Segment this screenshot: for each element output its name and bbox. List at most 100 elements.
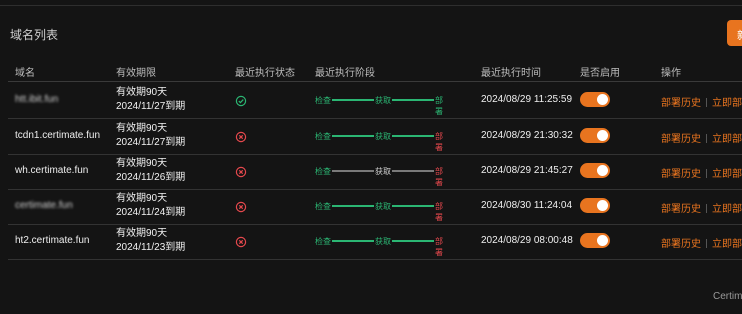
header-time: 最近执行时间 [481,68,541,79]
toggle-knob [597,200,608,211]
stage-bar [332,205,374,207]
new-domain-button-label: 新 [737,27,742,43]
stage-bar [392,205,434,207]
stage-deploy-label: 部署 [435,237,443,257]
stage-check-label: 检查 [315,96,331,105]
x-circle-icon [235,130,247,143]
action-divider [706,204,707,213]
stage-progress: 检查 获取 部署 [315,166,450,187]
stage-apply-label: 获取 [375,96,391,105]
page-title: 域名列表 [10,28,59,42]
new-domain-button[interactable]: 新 [727,20,742,46]
x-circle-icon [235,200,247,213]
deploy-history-link[interactable]: 部署历史 [661,169,701,180]
enable-toggle[interactable] [580,92,610,107]
header-enabled: 是否启用 [580,68,620,79]
validity-days: 有效期90天 [116,158,168,169]
header-actions: 操作 [661,68,681,79]
stage-deploy-label: 部署 [435,202,443,222]
header-domain: 域名 [15,68,35,79]
stage-check-label: 检查 [315,202,331,211]
validity: 有效期90天 2024/11/26到期 [116,157,185,185]
expiry-date: 2024/11/23到期 [116,242,186,253]
validity-days: 有效期90天 [116,87,168,98]
stage-bar [332,240,374,242]
action-divider [706,169,707,178]
stage-deploy-label: 部署 [435,167,443,187]
action-divider [706,134,707,143]
stage-apply-label: 获取 [375,237,391,246]
x-circle-icon [235,165,247,178]
stage-bar [332,170,374,172]
toggle-knob [597,165,608,176]
stage-deploy-label: 部署 [435,132,443,152]
deploy-now-link[interactable]: 立即部署 [712,134,742,145]
expiry-date: 2024/11/26到期 [116,172,186,183]
stage-bar [392,99,434,101]
action-divider [706,239,707,248]
header-stage: 最近执行阶段 [315,68,375,79]
validity: 有效期90天 2024/11/23到期 [116,227,185,255]
expiry-date: 2024/11/27到期 [116,137,186,148]
validity: 有效期90天 2024/11/27到期 [116,122,185,150]
stage-apply-label: 获取 [375,202,391,211]
domain-name: wh.certimate.fun [15,165,89,176]
deploy-now-link[interactable]: 立即部署 [712,204,742,215]
enable-toggle[interactable] [580,128,610,143]
header-status: 最近执行状态 [235,68,295,79]
expiry-date: 2024/11/27到期 [116,101,186,112]
deploy-now-link[interactable]: 立即部署 [712,98,742,109]
enable-toggle[interactable] [580,163,610,178]
check-circle-icon [235,94,247,107]
domain-name: tcdn1.certimate.fun [15,130,101,141]
deploy-history-link[interactable]: 部署历史 [661,134,701,145]
toggle-knob [597,94,608,105]
stage-bar [392,170,434,172]
table-header: 域名 有效期限 最近执行状态 最近执行阶段 最近执行时间 是否启用 操作 [8,62,742,80]
row-actions: 部署历史立即部署 [661,165,742,180]
deploy-history-link[interactable]: 部署历史 [661,239,701,250]
footer-brand: Certimate [713,291,742,302]
validity: 有效期90天 2024/11/27到期 [116,86,185,114]
stage-apply-label: 获取 [375,167,391,176]
expiry-date: 2024/11/24到期 [116,207,186,218]
deploy-history-link[interactable]: 部署历史 [661,98,701,109]
action-divider [706,98,707,107]
stage-bar [332,135,374,137]
last-run-time: 2024/08/29 08:00:48 [481,235,573,246]
deploy-now-link[interactable]: 立即部署 [712,169,742,180]
stage-deploy-label: 部署 [435,96,443,116]
stage-check-label: 检查 [315,167,331,176]
last-run-time: 2024/08/30 11:24:04 [481,200,573,211]
stage-progress: 检查 获取 部署 [315,201,450,222]
last-run-time: 2024/08/29 21:30:32 [481,130,573,141]
validity-days: 有效期90天 [116,228,168,239]
stage-bar [392,135,434,137]
stage-check-label: 检查 [315,132,331,141]
stage-bar [392,240,434,242]
enable-toggle[interactable] [580,233,610,248]
x-circle-icon [235,235,247,248]
top-divider [0,5,742,6]
table-row: certimate.fun 有效期90天 2024/11/24到期 检查 获取 部署 202… [8,188,742,225]
row-actions: 部署历史立即部署 [661,94,742,109]
validity: 有效期90天 2024/11/24到期 [116,192,185,220]
last-run-time: 2024/08/29 11:25:59 [481,94,573,105]
table-row: tcdn1.certimate.fun 有效期90天 2024/11/27到期 检查 获… [8,118,742,155]
domain-name: ht2.certimate.fun [15,235,90,246]
stage-bar [332,99,374,101]
validity-days: 有效期90天 [116,193,168,204]
toggle-knob [597,235,608,246]
deploy-now-link[interactable]: 立即部署 [712,239,742,250]
row-actions: 部署历史立即部署 [661,200,742,215]
table-row: htt.ibit.fun 有效期90天 2024/11/27到期 检查 获取 部署 2024… [8,82,742,119]
enable-toggle[interactable] [580,198,610,213]
deploy-history-link[interactable]: 部署历史 [661,204,701,215]
stage-progress: 检查 获取 部署 [315,95,450,116]
stage-progress: 检查 获取 部署 [315,236,450,257]
row-actions: 部署历史立即部署 [661,235,742,250]
stage-check-label: 检查 [315,237,331,246]
stage-progress: 检查 获取 部署 [315,131,450,152]
last-run-time: 2024/08/29 21:45:27 [481,165,573,176]
domain-name: certimate.fun [15,200,73,211]
